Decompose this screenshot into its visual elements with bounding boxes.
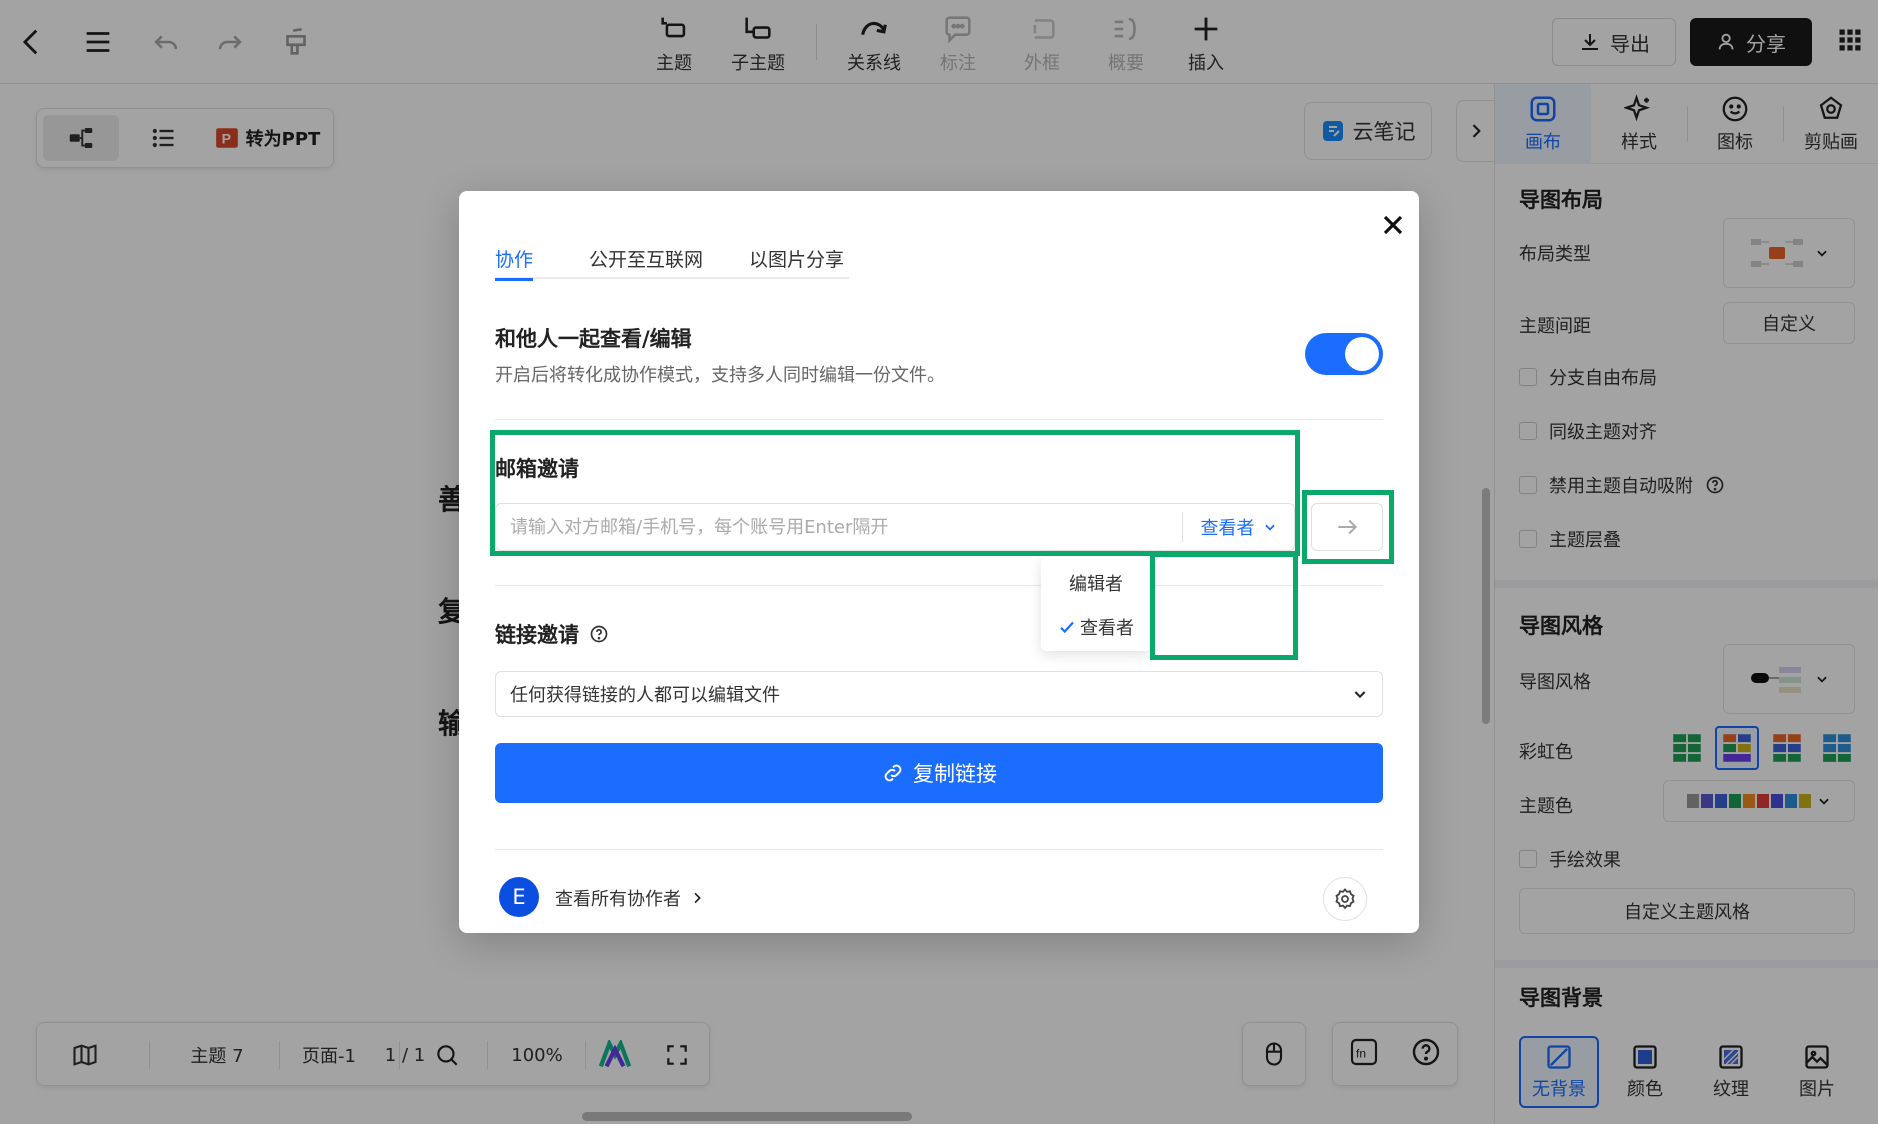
divider (495, 849, 1383, 850)
role-select[interactable]: 查看者 (1182, 512, 1294, 542)
tab-public[interactable]: 公开至互联网 (589, 237, 703, 279)
chevron-down-icon (1354, 691, 1366, 699)
role-dropdown-menu: 编辑者 查看者 (1041, 557, 1151, 651)
email-input[interactable] (496, 504, 1182, 550)
close-icon (1383, 215, 1403, 235)
email-invite-field: 查看者 (495, 503, 1295, 551)
link-icon (884, 764, 902, 782)
check-icon (1060, 621, 1074, 634)
tab-collaborate[interactable]: 协作 (495, 237, 534, 281)
copy-link-button[interactable]: 复制链接 (495, 743, 1383, 803)
chevron-right-icon (694, 892, 701, 904)
divider (495, 585, 1383, 586)
share-dialog: 协作 公开至互联网 以图片分享 和他人一起查看/编辑 开启后将转化成协作模式，支… (459, 191, 1419, 933)
link-permission-select[interactable]: 任何获得链接的人都可以编辑文件 (495, 671, 1383, 717)
role-option-editor[interactable]: 编辑者 (1041, 561, 1151, 605)
send-invite-button[interactable] (1311, 503, 1383, 551)
avatar: E (499, 877, 539, 917)
email-invite-title: 邮箱邀请 (495, 457, 579, 481)
link-invite-title: 链接邀请 (495, 619, 609, 649)
collab-title: 和他人一起查看/编辑 (495, 327, 692, 351)
close-button[interactable] (1377, 209, 1409, 241)
gear-icon (1335, 888, 1355, 910)
role-option-viewer[interactable]: 查看者 (1041, 605, 1151, 649)
collab-toggle[interactable] (1305, 333, 1383, 375)
question-icon[interactable] (589, 624, 609, 644)
collab-description: 开启后将转化成协作模式，支持多人同时编辑一份文件。 (495, 365, 945, 386)
view-all-collaborators-link[interactable]: 查看所有协作者 (555, 885, 705, 911)
chevron-down-icon (1264, 524, 1275, 531)
collab-settings-button[interactable] (1323, 877, 1367, 921)
tab-image-share[interactable]: 以图片分享 (749, 237, 844, 279)
share-tabs: 协作 公开至互联网 以图片分享 (495, 237, 849, 281)
divider (495, 419, 1383, 420)
arrow-right-icon (1338, 519, 1358, 535)
toggle-knob (1345, 337, 1379, 371)
